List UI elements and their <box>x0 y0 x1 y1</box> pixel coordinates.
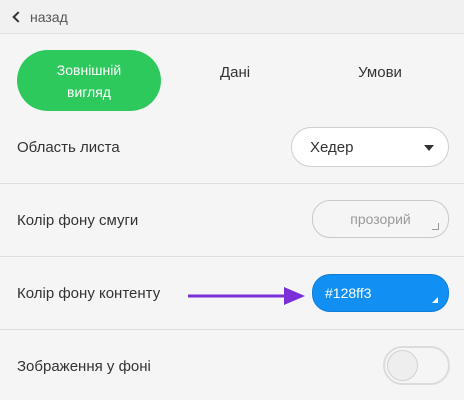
toggle-knob <box>387 350 418 381</box>
tab-conditions[interactable]: Умови <box>320 50 440 94</box>
tab-data-label: Дані <box>219 63 251 81</box>
stripe-bg-label: Колір фону смуги <box>17 211 139 229</box>
tab-appearance-label: Зовнішній вигляд <box>56 61 122 100</box>
sheet-area-label: Область листа <box>17 138 120 156</box>
sheet-area-value: Хедер <box>310 138 354 156</box>
bg-image-toggle[interactable] <box>383 346 450 385</box>
sheet-area-select[interactable]: Хедер <box>291 127 449 167</box>
tab-conditions-label: Умови <box>358 63 402 81</box>
content-bg-value: #128ff3 <box>325 285 372 301</box>
annotation-arrow-icon <box>188 287 305 305</box>
caret-down-icon <box>424 145 434 151</box>
content-bg-color-input[interactable]: #128ff3 <box>312 274 449 312</box>
resize-corner-icon <box>432 223 439 230</box>
back-link[interactable]: назад <box>0 0 464 34</box>
settings-panel: Зовнішній вигляд Дані Умови Область лист… <box>0 34 464 400</box>
tab-data[interactable]: Дані <box>180 50 290 94</box>
resize-corner-icon <box>432 297 438 303</box>
content-bg-label: Колір фону контенту <box>17 284 161 302</box>
chevron-left-icon <box>12 11 24 23</box>
stripe-bg-placeholder: прозорий <box>350 211 411 227</box>
bg-image-label: Зображення у фоні <box>17 358 151 375</box>
tab-appearance[interactable]: Зовнішній вигляд <box>17 50 161 111</box>
back-label: назад <box>30 8 68 25</box>
stripe-bg-color-input[interactable]: прозорий <box>312 200 449 238</box>
